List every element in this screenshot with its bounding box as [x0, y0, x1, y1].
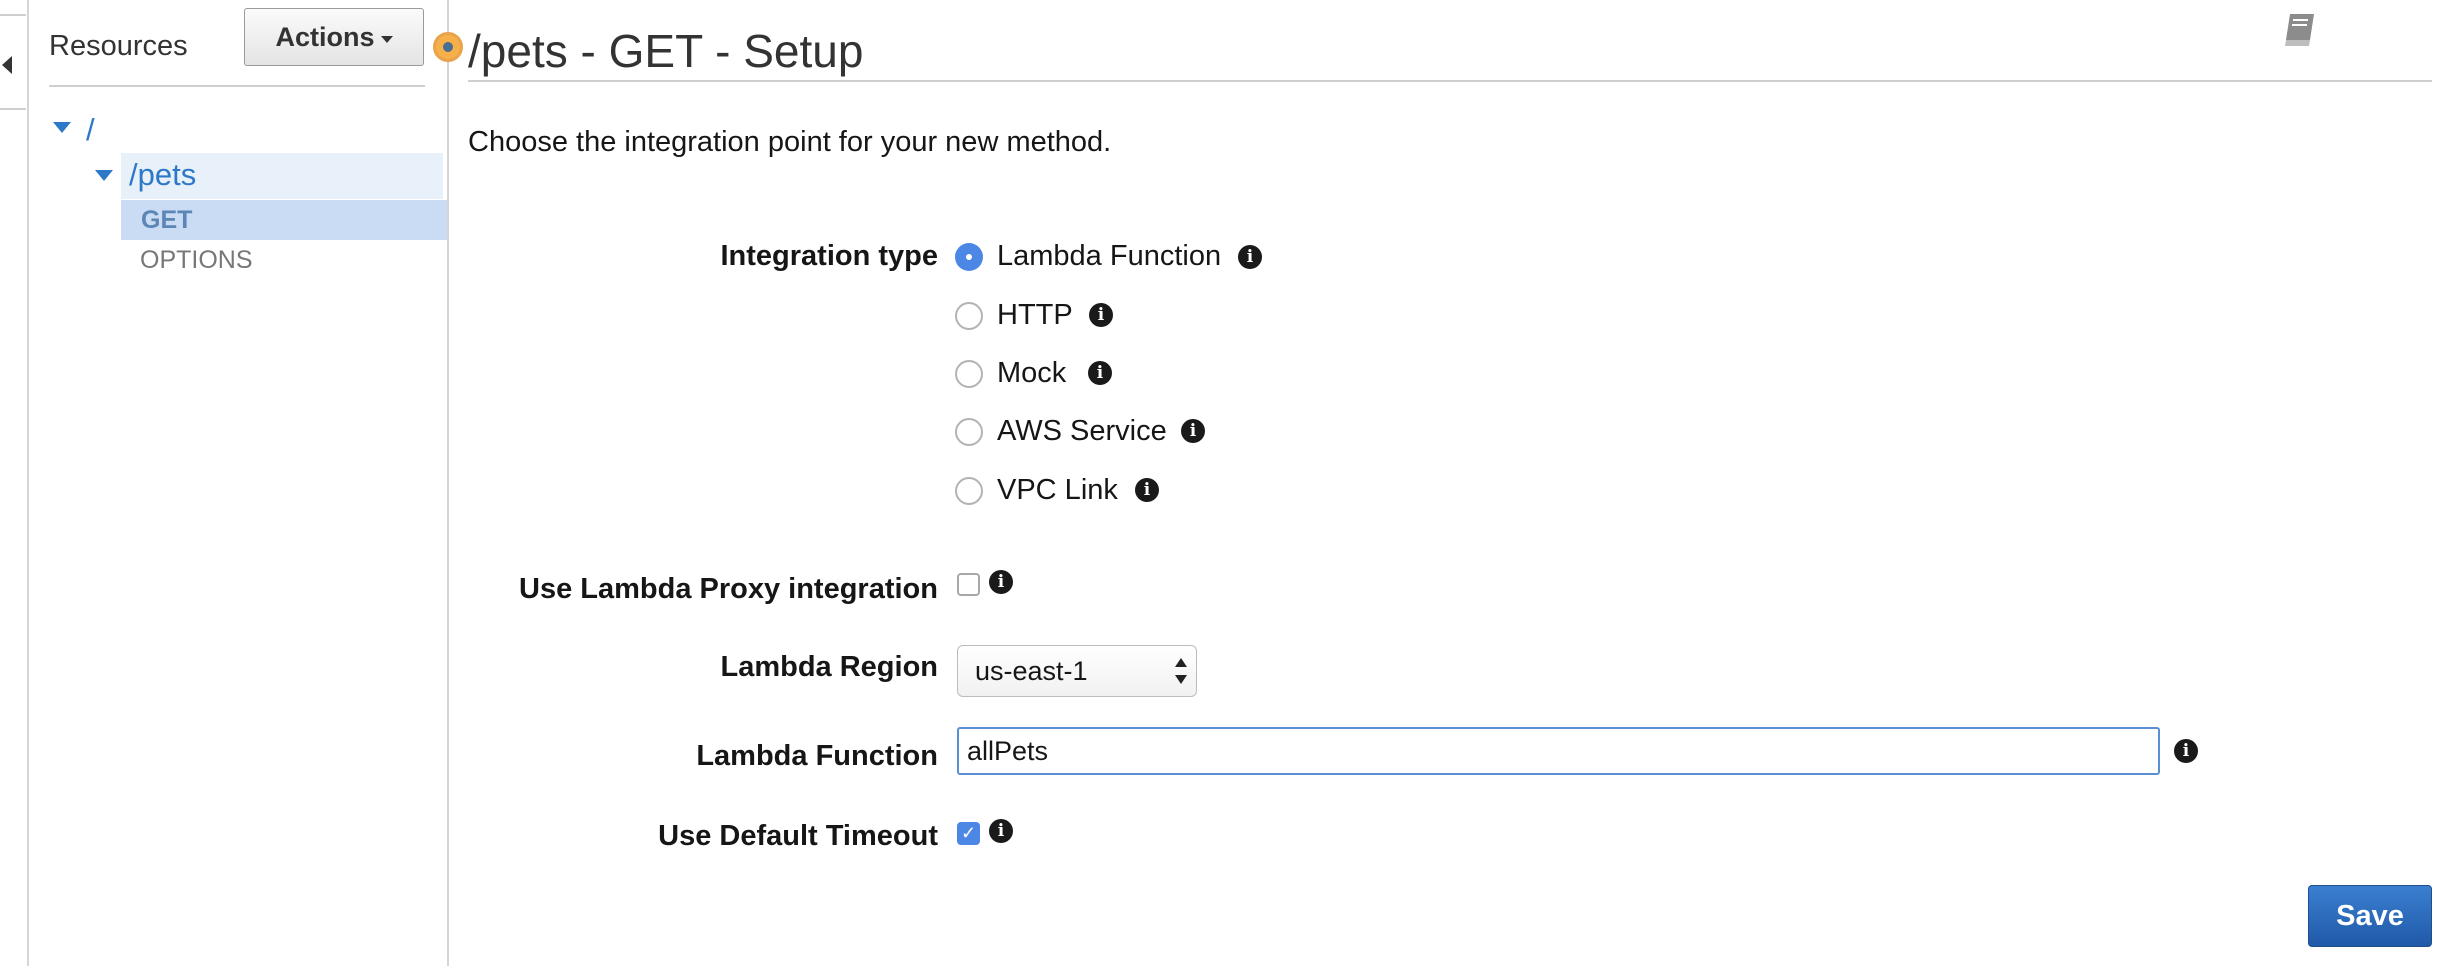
tree-method-options[interactable]: OPTIONS	[140, 246, 253, 275]
intro-text: Choose the integration point for your ne…	[468, 126, 1112, 158]
book-icon[interactable]	[2278, 8, 2322, 52]
lambda-proxy-label: Use Lambda Proxy integration	[519, 573, 938, 605]
panel-divider-line	[49, 85, 425, 87]
option-http-label[interactable]: HTTP	[997, 299, 1073, 332]
panel-collapse-strip[interactable]	[0, 0, 29, 966]
option-lambda-function-label[interactable]: Lambda Function	[997, 240, 1221, 273]
option-vpc-link-label[interactable]: VPC Link	[997, 474, 1118, 507]
page-title: /pets - GET - Setup	[468, 25, 864, 77]
tree-item-pets[interactable]: /pets	[121, 153, 443, 199]
radio-mock[interactable]	[955, 360, 983, 388]
lambda-function-label: Lambda Function	[696, 740, 938, 772]
lambda-region-select[interactable]: us-east-1	[957, 645, 1197, 697]
tree-item-root[interactable]: /	[86, 112, 95, 148]
radio-aws-service[interactable]	[955, 418, 983, 446]
info-icon[interactable]: i	[1089, 303, 1113, 327]
info-icon[interactable]: i	[1181, 419, 1205, 443]
option-aws-service-label[interactable]: AWS Service	[997, 415, 1167, 448]
panel-divider	[447, 0, 449, 966]
tree-method-get-label: GET	[141, 206, 193, 234]
info-icon[interactable]: i	[2174, 739, 2198, 763]
option-mock-label[interactable]: Mock	[997, 357, 1066, 390]
info-icon[interactable]: i	[1238, 245, 1262, 269]
status-dot-icon	[433, 32, 463, 62]
info-icon[interactable]: i	[989, 570, 1013, 594]
pets-toggle-caret-down-icon[interactable]	[95, 170, 113, 181]
tree-item-pets-label: /pets	[129, 157, 197, 192]
select-arrows-icon	[1174, 658, 1188, 684]
lambda-function-input[interactable]	[957, 727, 2160, 775]
radio-lambda-function[interactable]	[955, 243, 983, 271]
integration-type-label: Integration type	[720, 240, 938, 272]
actions-label: Actions	[275, 21, 375, 52]
resources-title: Resources	[49, 30, 188, 62]
radio-vpc-link[interactable]	[955, 477, 983, 505]
resources-panel: Resources Actions / /pets GET OPTIONS	[29, 0, 447, 966]
default-timeout-label: Use Default Timeout	[658, 820, 938, 852]
chevron-left-icon[interactable]	[2, 56, 12, 74]
title-divider	[468, 80, 2432, 82]
caret-down-icon	[380, 35, 393, 43]
tree-method-get[interactable]: GET	[121, 200, 447, 240]
lambda-region-value: us-east-1	[975, 656, 1088, 686]
root-toggle-caret-down-icon[interactable]	[53, 122, 71, 133]
actions-button[interactable]: Actions	[244, 8, 424, 66]
info-icon[interactable]: i	[989, 819, 1013, 843]
save-button[interactable]: Save	[2308, 885, 2432, 947]
lambda-region-label: Lambda Region	[720, 651, 938, 683]
info-icon[interactable]: i	[1088, 361, 1112, 385]
default-timeout-checkbox[interactable]: ✓	[957, 822, 980, 845]
lambda-proxy-checkbox[interactable]	[957, 573, 980, 596]
info-icon[interactable]: i	[1135, 478, 1159, 502]
radio-http[interactable]	[955, 302, 983, 330]
